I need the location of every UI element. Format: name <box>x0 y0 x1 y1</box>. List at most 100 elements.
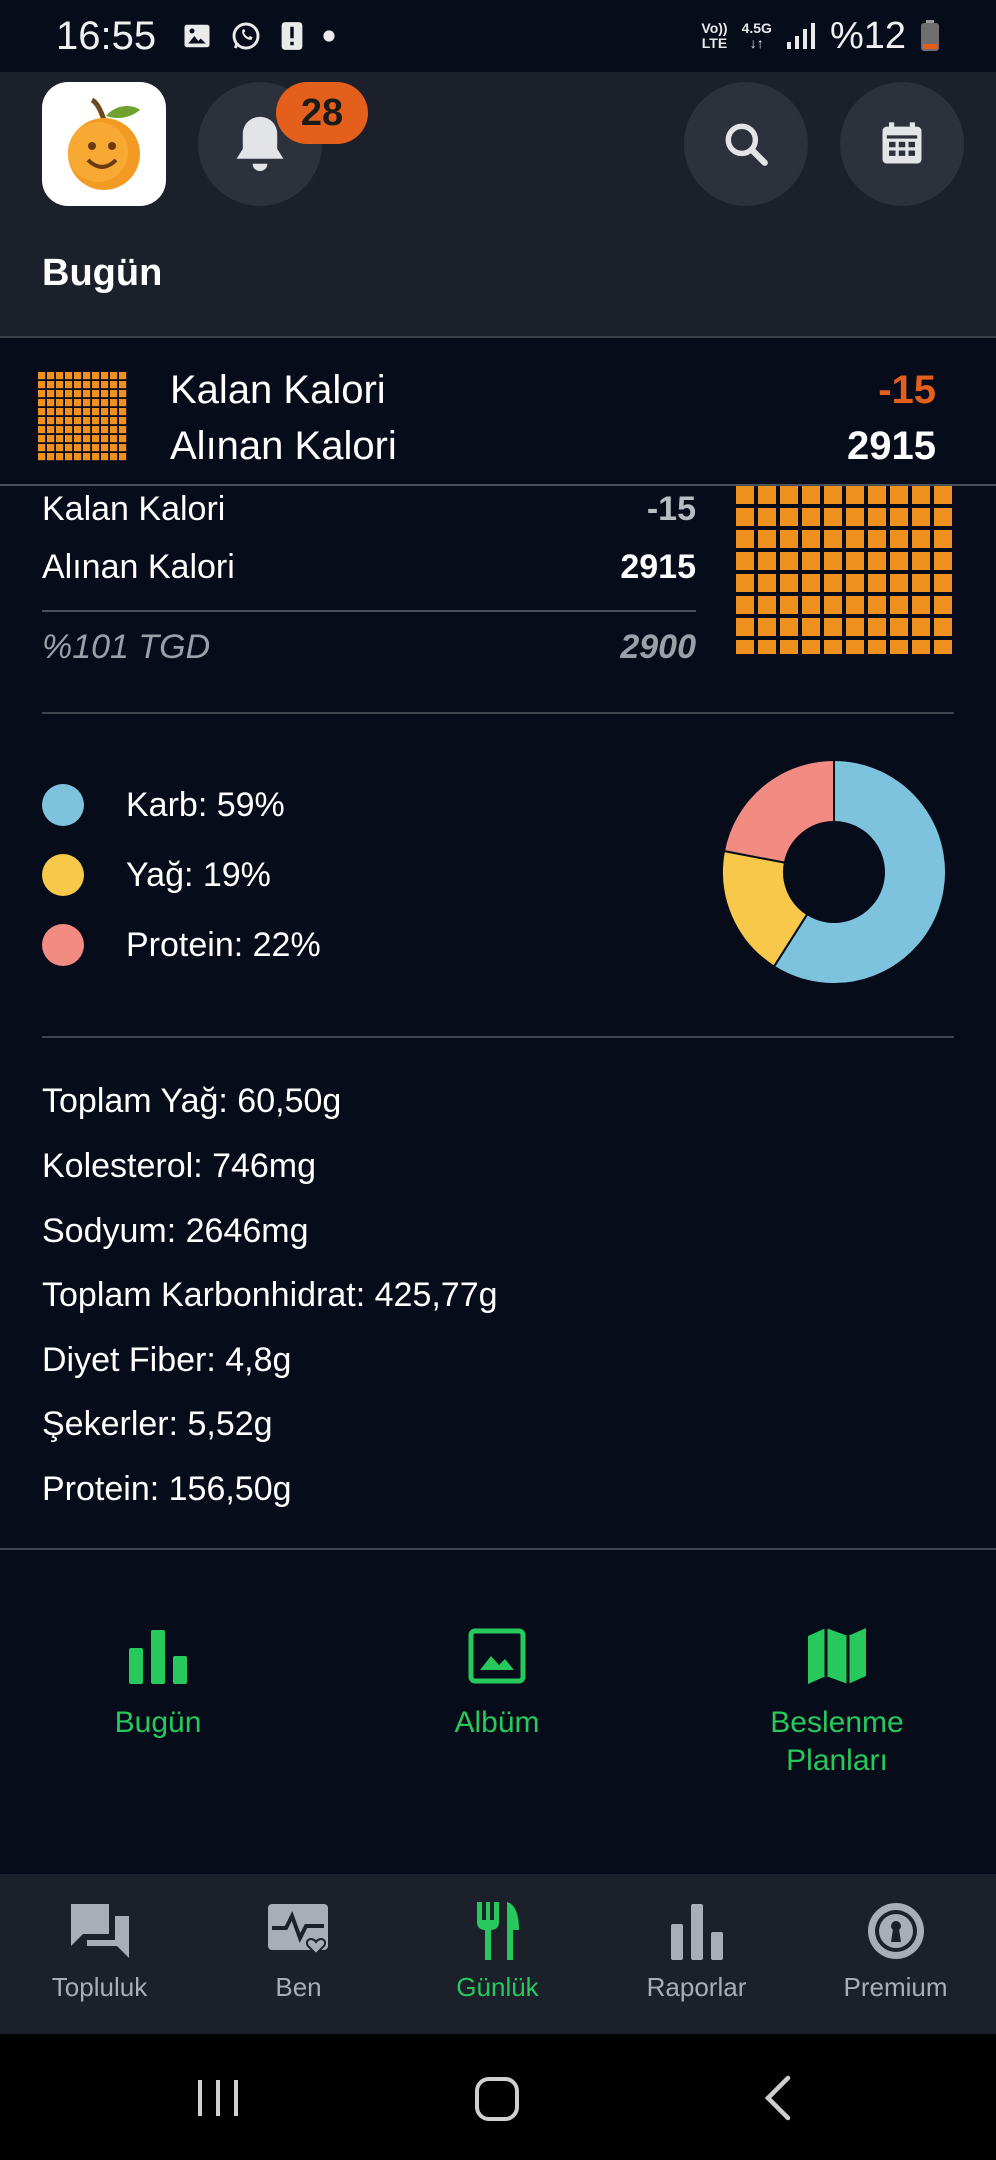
status-icons-left <box>182 20 336 52</box>
grid-cell <box>736 530 754 548</box>
grid-cell <box>736 552 754 570</box>
status-time: 16:55 <box>56 13 157 58</box>
grid-cell <box>758 530 776 548</box>
peach-logo-icon <box>68 97 140 190</box>
grid-cell <box>47 408 55 416</box>
grid-cell <box>38 453 46 461</box>
grid-cell <box>92 399 100 407</box>
grid-cell <box>38 408 46 416</box>
grid-cell <box>824 618 842 636</box>
grid-cell <box>38 426 46 434</box>
grid-cell <box>912 640 930 654</box>
grid-cell <box>868 640 886 654</box>
notification-count-badge: 28 <box>276 82 368 144</box>
nav-item-reports[interactable]: Raporlar <box>597 1874 796 2034</box>
grid-cell <box>846 508 864 526</box>
back-icon[interactable] <box>762 2074 792 2122</box>
grid-cell <box>868 530 886 548</box>
calories-remaining-row: Kalan Kalori -15 <box>42 490 696 529</box>
grid-cell <box>38 444 46 452</box>
screen: 16:55 Vo)) LTE 4.5G ↓↑ %12 28 Bugün Kala… <box>0 0 996 2160</box>
quick-link-album[interactable]: Albüm <box>397 1626 597 1742</box>
grid-cell <box>110 453 118 461</box>
grid-cell <box>47 453 55 461</box>
nutrient-sodium: Sodyum: 2646mg <box>42 1212 309 1250</box>
signal-icon <box>786 23 815 49</box>
grid-cell <box>890 530 908 548</box>
nav-label-community: Topluluk <box>51 1972 148 2002</box>
grid-cell <box>92 435 100 443</box>
search-icon <box>725 123 768 166</box>
grid-cell <box>934 618 952 636</box>
grid-cell <box>47 417 55 425</box>
grid-cell <box>47 435 55 443</box>
grid-cell <box>802 596 820 614</box>
grid-cell <box>110 444 118 452</box>
legend-fat: Yağ: 19% <box>42 854 271 896</box>
grid-cell <box>780 618 798 636</box>
grid-cell <box>83 444 91 452</box>
grid-cell <box>736 618 754 636</box>
system-navigation-bar <box>0 2034 996 2160</box>
nav-item-diary[interactable]: Günlük <box>398 1874 597 2034</box>
nav-item-me[interactable]: Ben <box>199 1874 398 2034</box>
grid-cell <box>101 390 109 398</box>
grid-cell <box>47 399 55 407</box>
nutrient-total-carbs: Toplam Karbonhidrat: 425,77g <box>42 1276 498 1314</box>
grid-cell <box>868 486 886 504</box>
grid-cell <box>868 618 886 636</box>
legend-fat-dot <box>42 854 84 896</box>
legend-protein-dot <box>42 924 84 966</box>
dot-icon <box>323 30 335 42</box>
grid-cell <box>890 574 908 592</box>
data-generation: 4.5G ↓↑ <box>742 21 772 51</box>
battery-icon <box>921 20 939 51</box>
quick-link-today[interactable]: Bugün <box>58 1626 258 1742</box>
section-divider-2 <box>42 1036 954 1038</box>
grid-cell <box>846 486 864 504</box>
summary-consumed-label: Alınan Kalori <box>170 424 397 468</box>
grid-cell <box>758 574 776 592</box>
network-type-top: Vo)) <box>701 20 728 36</box>
grid-cell <box>65 372 73 380</box>
grid-cell <box>912 574 930 592</box>
nutrient-fiber: Diyet Fiber: 4,8g <box>42 1341 292 1379</box>
nav-item-premium[interactable]: Premium <box>796 1874 995 2034</box>
header-divider <box>0 336 996 338</box>
grid-cell <box>868 574 886 592</box>
calendar-button[interactable] <box>840 82 964 206</box>
grid-cell <box>780 552 798 570</box>
quick-link-plans-label-2: Planları <box>786 1744 888 1777</box>
grid-cell <box>47 372 55 380</box>
grid-cell <box>119 444 127 452</box>
grid-cell <box>119 417 127 425</box>
app-logo[interactable] <box>42 82 166 206</box>
status-icons-right: Vo)) LTE 4.5G ↓↑ %12 <box>701 15 940 58</box>
grid-cell <box>119 453 127 461</box>
grid-cell <box>92 390 100 398</box>
quick-link-nutrition-plans[interactable]: Beslenme Planları <box>737 1626 937 1780</box>
grid-cell <box>38 399 46 407</box>
recent-apps-icon[interactable] <box>196 2078 240 2118</box>
grid-cell <box>92 444 100 452</box>
grid-cell <box>119 435 127 443</box>
grid-cell <box>890 618 908 636</box>
grid-cell <box>110 381 118 389</box>
cutlery-icon <box>476 1902 519 1960</box>
grid-cell <box>780 508 798 526</box>
search-button[interactable] <box>684 82 808 206</box>
grid-cell <box>824 530 842 548</box>
grid-cell <box>824 640 842 654</box>
network-type: Vo)) LTE <box>701 21 727 51</box>
grid-cell <box>736 640 754 654</box>
grid-cell <box>890 552 908 570</box>
grid-cell <box>56 435 64 443</box>
grid-cell <box>83 399 91 407</box>
nav-item-community[interactable]: Topluluk <box>0 1874 199 2034</box>
grid-cell <box>890 596 908 614</box>
home-icon[interactable] <box>474 2076 520 2122</box>
grid-cell <box>824 486 842 504</box>
page-title: Bugün <box>42 252 163 294</box>
grid-cell <box>802 640 820 654</box>
grid-cell <box>912 596 930 614</box>
